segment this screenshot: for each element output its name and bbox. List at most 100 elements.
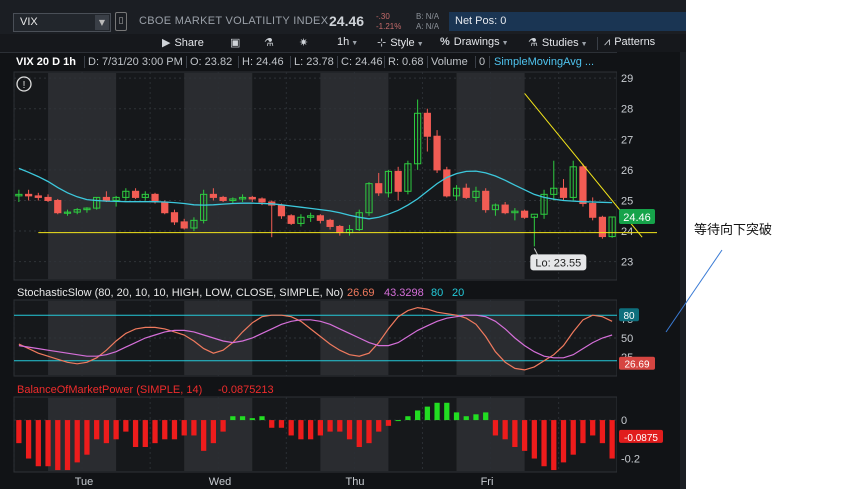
time-axis-label: Tue	[75, 476, 94, 488]
candle-body	[375, 183, 383, 194]
bop-bar	[94, 420, 100, 440]
bop-bar	[317, 420, 323, 436]
time-axis-label: Thu	[346, 476, 365, 488]
bop-bar	[74, 420, 80, 463]
bop-bar	[152, 420, 158, 444]
candle-body	[589, 203, 597, 218]
price-tick-label: 29	[621, 73, 633, 85]
candle-body	[151, 193, 159, 203]
bop-bar	[230, 416, 236, 421]
candle-body	[326, 219, 334, 227]
bop-bar	[220, 420, 226, 432]
bop-bar	[201, 420, 207, 451]
thinkorswim-chart-window: VIX ▼ ▯ CBOE MARKET VOLATILITY INDEX 24.…	[0, 0, 686, 489]
price-tick-label: 26	[621, 165, 633, 177]
bop-bar	[424, 406, 430, 421]
bop-bar	[249, 418, 255, 421]
bop-bar	[483, 412, 489, 421]
stochastic-last-tag-text: 26.69	[624, 360, 649, 371]
price-tick-label: 23	[621, 257, 633, 269]
candle-body	[170, 212, 179, 223]
bop-bar	[376, 420, 382, 432]
bop-bar	[45, 420, 51, 467]
candle-body	[24, 193, 33, 197]
candle-body	[501, 204, 509, 214]
bop-bar	[492, 420, 499, 436]
bop-bar	[551, 420, 557, 471]
bop-tick-label: -0.2	[621, 454, 640, 466]
time-axis-label: Fri	[481, 476, 494, 488]
candle-body	[443, 169, 451, 197]
bop-bar	[473, 414, 479, 421]
candle-body	[161, 201, 169, 214]
bop-bar	[541, 420, 547, 467]
bop-bar	[560, 420, 567, 463]
bop-bar	[337, 420, 343, 432]
candle-body	[482, 190, 490, 211]
bop-bar	[580, 420, 586, 444]
candle-body	[579, 166, 587, 205]
bop-bar	[385, 420, 392, 426]
bop-bar	[512, 420, 518, 447]
bop-bar	[171, 420, 178, 440]
bop-bar	[35, 420, 41, 467]
candle-body	[433, 135, 441, 171]
bop-bar	[609, 420, 615, 459]
bop-last-tag-text: -0.0875	[624, 433, 658, 444]
candle-body	[277, 204, 286, 217]
bop-bar	[191, 420, 197, 436]
price-tick-label: 24	[621, 226, 633, 238]
bop-bar	[521, 420, 528, 451]
bop-bar	[55, 420, 61, 471]
bop-bar	[278, 420, 285, 428]
chart-canvas[interactable]: 23242526272829Lo: 23.5524.46!7550258026.…	[0, 0, 686, 489]
bop-bar	[16, 420, 22, 444]
bop-bar	[64, 420, 71, 471]
annotation-text: 等待向下突破	[694, 223, 773, 238]
bop-bar	[113, 420, 119, 440]
candle-body	[520, 210, 529, 218]
bop-bar	[259, 416, 265, 421]
candle-body	[258, 198, 266, 203]
candle-body	[34, 195, 42, 198]
candle-body	[131, 190, 140, 198]
bop-bar	[405, 416, 411, 421]
bop-bar	[239, 416, 246, 421]
bop-bar	[142, 420, 148, 447]
bop-bar	[444, 402, 450, 421]
bop-bar	[84, 420, 90, 455]
bop-bar	[103, 420, 110, 444]
bop-bar	[502, 420, 508, 440]
stochastic-overbought-value: 80	[431, 287, 444, 299]
candle-body	[559, 187, 568, 198]
bop-bar	[531, 420, 537, 459]
bop-bar	[590, 420, 596, 436]
bop-bar	[288, 420, 294, 436]
candle-body	[287, 215, 295, 224]
low-label-text: Lo: 23.55	[535, 257, 581, 269]
bop-bar	[463, 416, 469, 421]
candle-body	[180, 221, 188, 229]
stochastic-level-tag-text: 80	[623, 311, 635, 322]
bop-bar	[395, 420, 401, 422]
candle-body	[54, 199, 62, 214]
price-tick-label: 27	[621, 134, 633, 146]
price-tick-label: 28	[621, 104, 633, 116]
bop-bar	[269, 420, 275, 428]
last-price-tag-text: 24.46	[623, 212, 651, 224]
bop-bar	[453, 412, 460, 421]
candle-body	[102, 196, 111, 201]
bop-bar	[132, 420, 139, 447]
time-axis-label: Wed	[209, 476, 231, 488]
bop-value: -0.0875213	[218, 384, 274, 396]
candle-body	[316, 215, 324, 221]
candle-body	[394, 170, 402, 192]
candle-body	[248, 196, 256, 200]
bop-bar	[599, 420, 606, 444]
bop-bar	[346, 420, 353, 440]
bop-bar	[162, 420, 168, 440]
bop-bar	[181, 420, 187, 436]
bop-bar	[570, 420, 576, 455]
bop-bar	[327, 420, 333, 432]
bop-bar	[414, 410, 421, 421]
